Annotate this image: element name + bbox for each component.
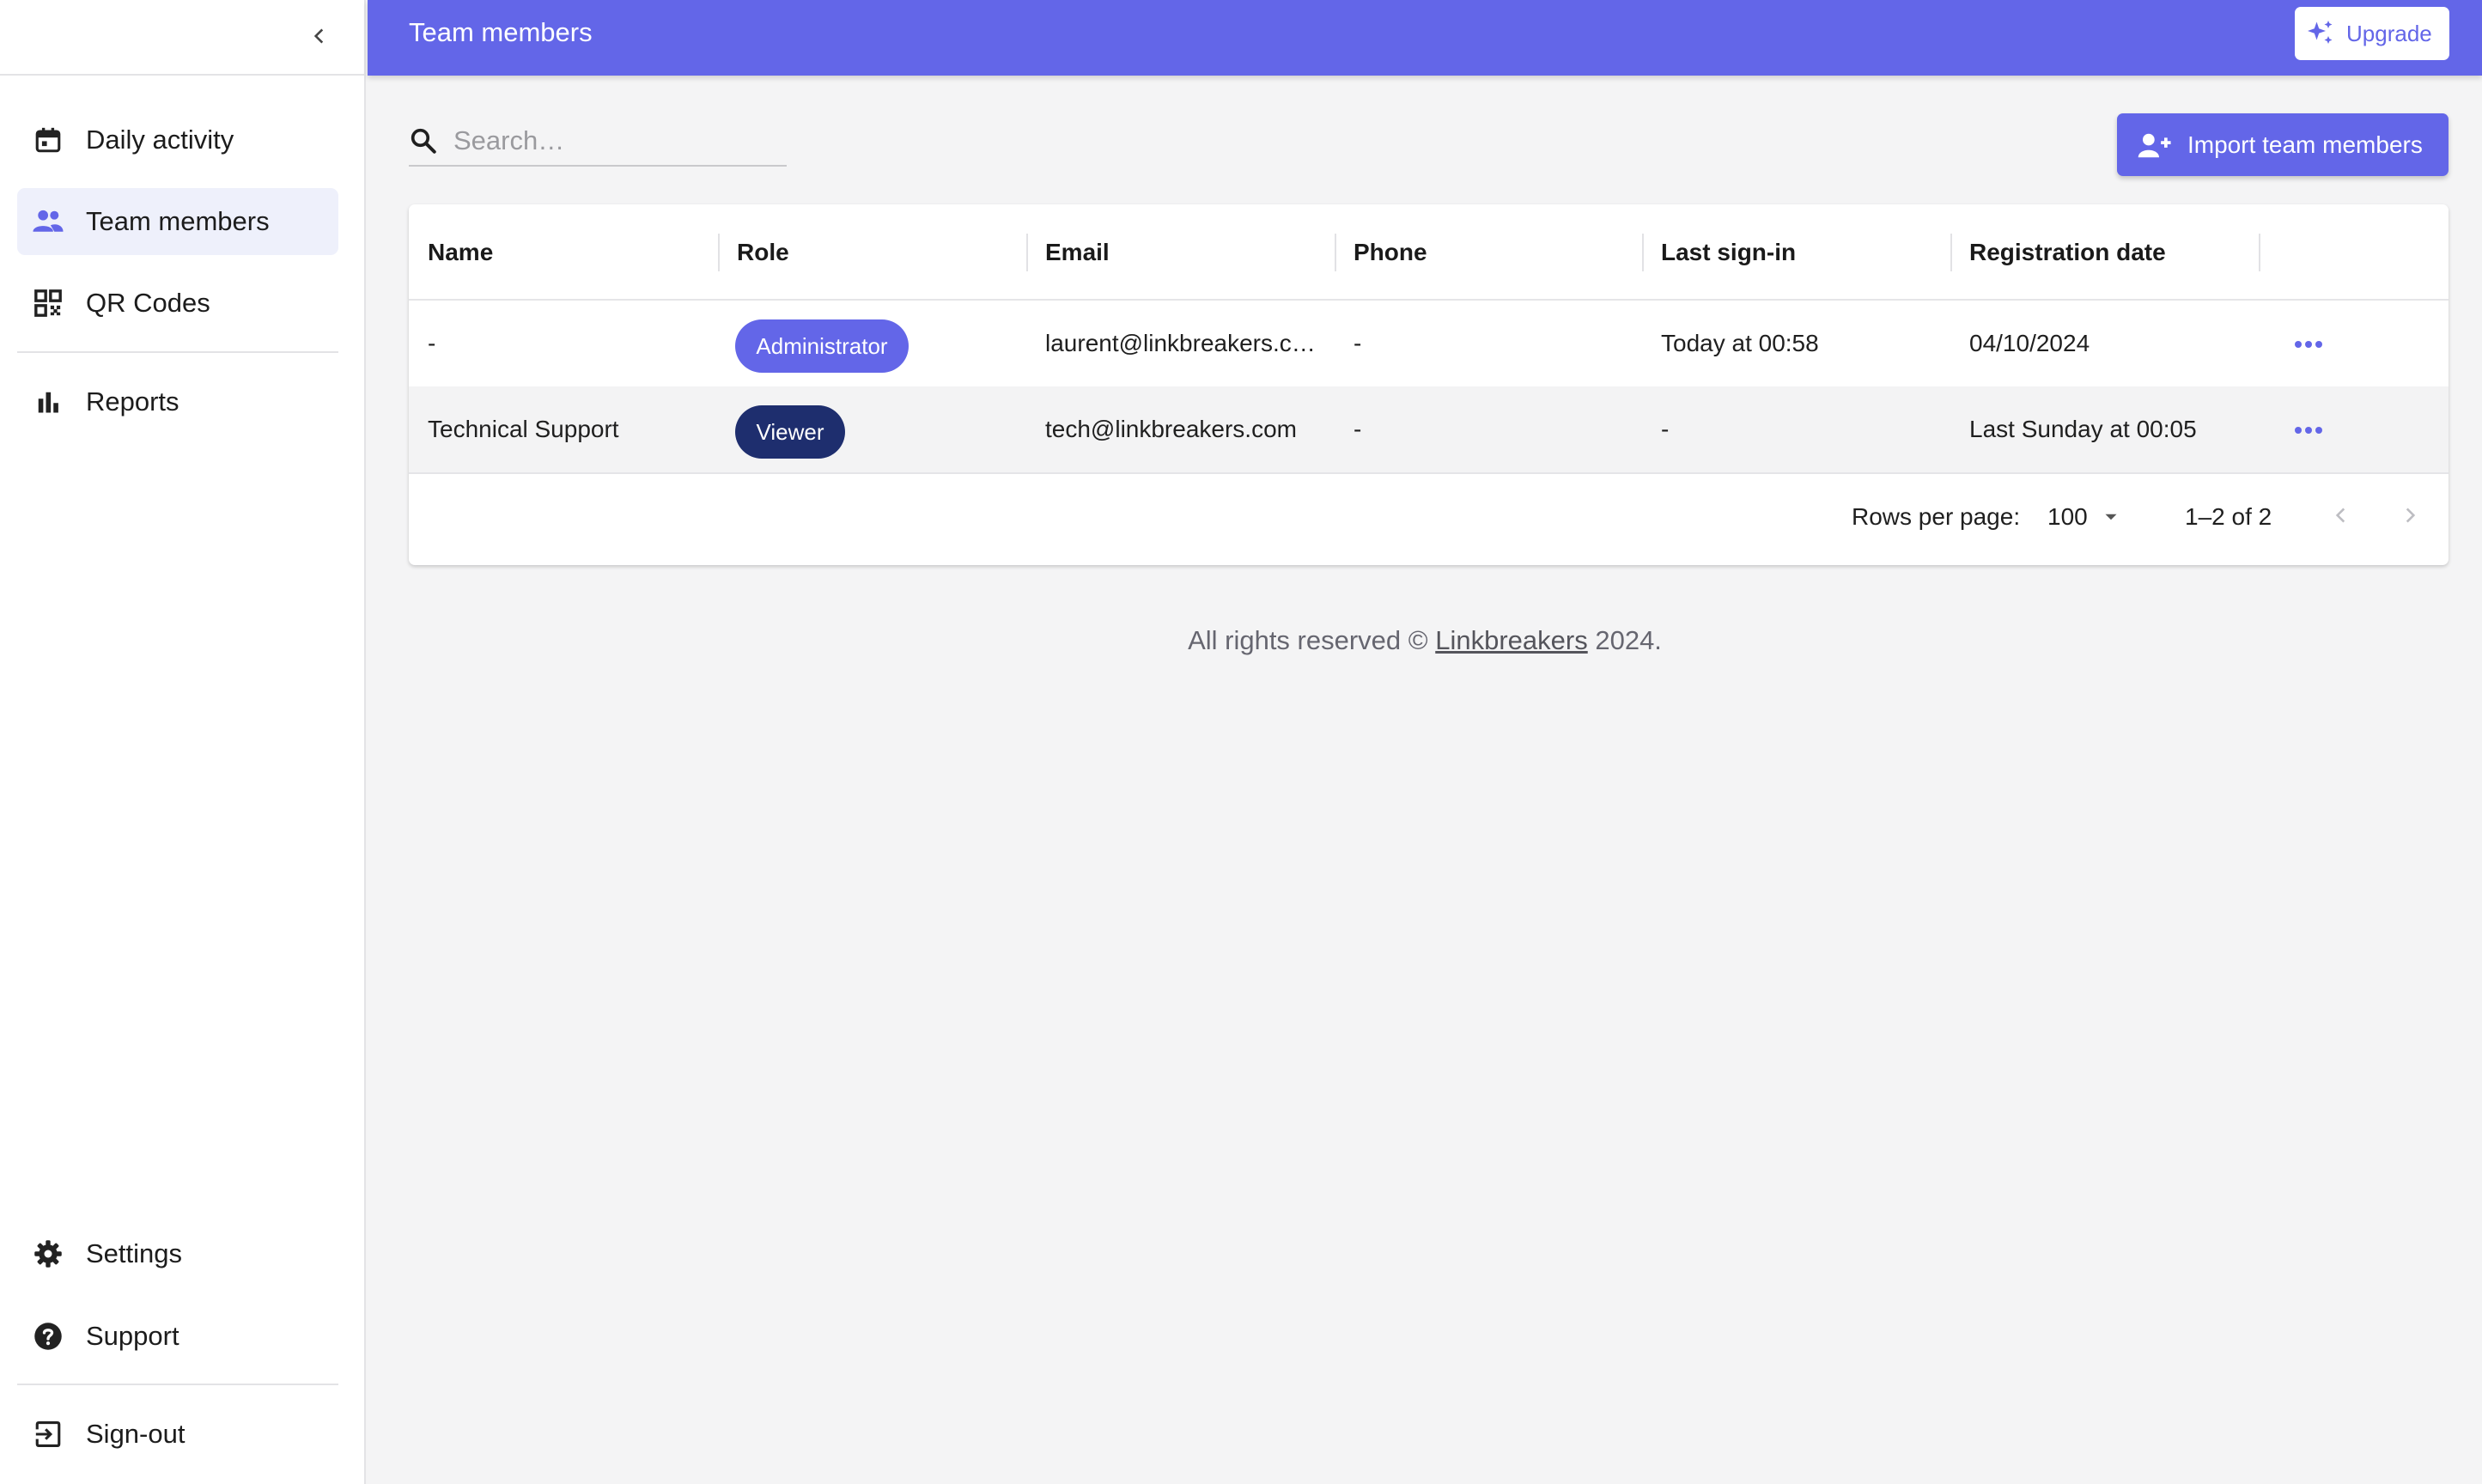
row-actions-button[interactable]: [2290, 417, 2327, 443]
search-field[interactable]: [409, 117, 787, 167]
sidebar-item-label: Sign-out: [86, 1419, 186, 1449]
cell-registration-date: 04/10/2024: [1969, 330, 2090, 356]
column-header-role[interactable]: Role: [737, 239, 789, 266]
team-members-table: Name Role Email Phone Last sign-in Regis…: [409, 204, 2449, 565]
sidebar-item-label: Team members: [86, 206, 270, 236]
more-horizontal-icon: [2295, 427, 2322, 434]
sidebar-item-daily-activity[interactable]: Daily activity: [17, 106, 338, 173]
import-team-members-button[interactable]: Import team members: [2117, 113, 2449, 176]
sidebar-item-label: Daily activity: [86, 125, 234, 155]
table-header: Name Role Email Phone Last sign-in Regis…: [409, 204, 2449, 301]
column-separator: [1642, 234, 1644, 271]
sidebar-item-reports[interactable]: Reports: [17, 368, 338, 435]
next-page-button[interactable]: [2391, 496, 2429, 534]
sidebar-header: [0, 0, 364, 76]
chevron-left-icon: [2335, 508, 2345, 523]
table-row[interactable]: - Administrator laurent@linkbreakers.c… …: [409, 301, 2449, 388]
sidebar-item-qr-codes[interactable]: QR Codes: [17, 270, 338, 337]
column-header-name[interactable]: Name: [428, 239, 493, 266]
rows-per-page-label: Rows per page:: [1852, 503, 2021, 530]
calendar-icon: [31, 123, 65, 157]
sidebar-item-label: Settings: [86, 1238, 183, 1268]
rows-per-page-value: 100: [2047, 503, 2088, 530]
sidebar-divider: [17, 351, 338, 353]
footer-link-linkbreakers[interactable]: Linkbreakers: [1435, 625, 1587, 655]
column-separator: [1026, 234, 1028, 271]
row-actions-button[interactable]: [2290, 331, 2327, 357]
column-header-last-sign-in[interactable]: Last sign-in: [1661, 239, 1796, 266]
column-separator: [1335, 234, 1336, 271]
caret-down-icon: [2105, 514, 2117, 520]
bar-chart-icon: [31, 385, 65, 419]
table-row[interactable]: Technical Support Viewer tech@linkbreake…: [409, 386, 2449, 474]
more-horizontal-icon: [2295, 341, 2322, 348]
cell-email: laurent@linkbreakers.c…: [1045, 330, 1316, 356]
chevron-right-icon: [2406, 508, 2416, 523]
rows-per-page-select[interactable]: 100: [2047, 500, 2133, 534]
role-badge: Viewer: [735, 405, 845, 459]
collapse-sidebar-button[interactable]: [301, 17, 338, 55]
footer-year: 2024.: [1595, 625, 1662, 655]
qr-code-icon: [31, 286, 65, 320]
search-input[interactable]: [452, 125, 764, 157]
footer-copyright: All rights reserved ©: [1188, 625, 1428, 655]
sidebar-item-team-members[interactable]: Team members: [17, 188, 338, 255]
gear-icon: [31, 1237, 65, 1271]
sidebar-item-support[interactable]: Support: [17, 1303, 338, 1370]
sign-out-icon: [31, 1417, 65, 1451]
sparkle-icon: [2305, 18, 2336, 49]
search-icon: [409, 126, 438, 155]
sidebar-item-settings[interactable]: Settings: [17, 1220, 338, 1287]
sidebar-item-sign-out[interactable]: Sign-out: [17, 1401, 338, 1468]
column-header-phone[interactable]: Phone: [1354, 239, 1427, 266]
previous-page-button[interactable]: [2322, 496, 2360, 534]
cell-name: -: [428, 330, 436, 356]
column-header-email[interactable]: Email: [1045, 239, 1110, 266]
add-person-icon: [2138, 131, 2172, 160]
pagination-range: 1–2 of 2: [2185, 503, 2272, 530]
column-separator: [1950, 234, 1952, 271]
cell-registration-date: Last Sunday at 00:05: [1969, 416, 2197, 442]
column-separator: [718, 234, 720, 271]
upgrade-button-label: Upgrade: [2346, 20, 2432, 46]
cell-email: tech@linkbreakers.com: [1045, 416, 1297, 442]
role-badge: Administrator: [735, 319, 909, 373]
column-header-registration-date[interactable]: Registration date: [1969, 239, 2166, 266]
chevron-left-icon: [313, 28, 324, 44]
cell-phone: -: [1354, 330, 1362, 356]
import-button-label: Import team members: [2187, 131, 2423, 158]
cell-phone: -: [1354, 416, 1362, 442]
upgrade-button[interactable]: Upgrade: [2295, 7, 2449, 60]
cell-last-sign-in: -: [1661, 416, 1670, 442]
people-icon: [31, 204, 65, 239]
sidebar-item-label: Support: [86, 1321, 179, 1351]
footer: All rights reserved © Linkbreakers 2024.: [368, 625, 2482, 656]
column-separator: [2259, 234, 2260, 271]
cell-name: Technical Support: [428, 416, 619, 442]
sidebar-divider: [17, 1384, 338, 1385]
page-title: Team members: [409, 17, 593, 47]
sidebar-item-label: Reports: [86, 386, 179, 417]
sidebar: Daily activity Team members QR Codes Rep…: [0, 0, 366, 1484]
sidebar-item-label: QR Codes: [86, 288, 210, 318]
cell-last-sign-in: Today at 00:58: [1661, 330, 1819, 356]
help-icon: [31, 1319, 65, 1353]
app-bar: Team members Upgrade: [368, 0, 2482, 76]
